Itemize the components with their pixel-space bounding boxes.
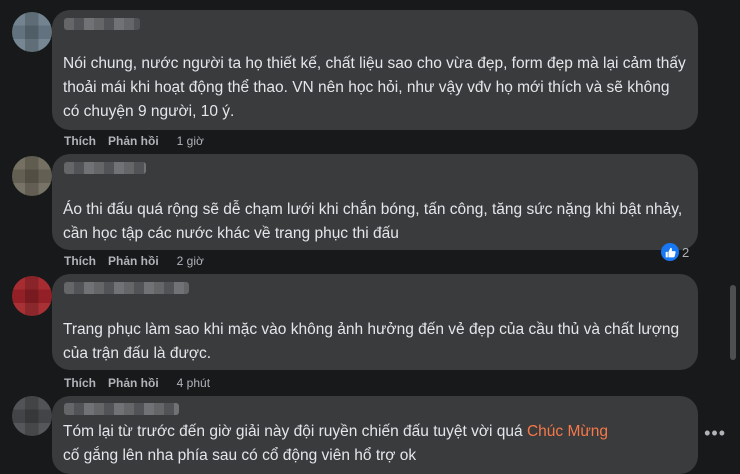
more-options-icon[interactable]: •••: [704, 423, 726, 444]
reply-button[interactable]: Phản hồi: [108, 376, 159, 390]
comment-text: Trang phục làm sao khi mặc vào không ảnh…: [63, 321, 680, 362]
comment-actions: Thích Phản hồi 4 phút: [64, 376, 210, 390]
reply-button[interactable]: Phản hồi: [108, 254, 159, 268]
comment-text: Tóm lại từ trước đến giờ giải này đội ru…: [63, 420, 686, 468]
comment-text-second-line: cố gắng lên nha phía sau có cổ động viên…: [63, 447, 417, 464]
comment-bubble: Nói chung, nước người ta họ thiết kế, ch…: [52, 10, 698, 130]
comment-actions: Thích Phản hồi 1 giờ: [64, 134, 204, 148]
reply-button[interactable]: Phản hồi: [108, 134, 159, 148]
author-name-blurred[interactable]: [64, 162, 146, 174]
avatar[interactable]: [12, 396, 52, 436]
author-name-blurred[interactable]: [64, 403, 179, 415]
avatar[interactable]: [12, 156, 52, 196]
comment-text: Áo thi đấu quá rộng sẽ dễ chạm lưới khi …: [63, 201, 683, 242]
comment-time[interactable]: 1 giờ: [177, 134, 204, 148]
thumbs-up-icon: [661, 243, 679, 261]
comment-time[interactable]: 4 phút: [177, 376, 210, 390]
reaction-count: 2: [682, 244, 690, 260]
like-button[interactable]: Thích: [64, 376, 96, 390]
reaction-summary[interactable]: 2: [661, 243, 689, 261]
comment-bubble: Áo thi đấu quá rộng sẽ dễ chạm lưới khi …: [52, 154, 698, 250]
comment-time[interactable]: 2 giờ: [177, 254, 204, 268]
comment-text-main: Tóm lại từ trước đến giờ giải này đội ru…: [63, 423, 527, 440]
scrollbar-thumb[interactable]: [730, 285, 736, 360]
like-button[interactable]: Thích: [64, 254, 96, 268]
comment-bubble: Trang phục làm sao khi mặc vào không ảnh…: [52, 274, 698, 370]
comment-bubble: Tóm lại từ trước đến giờ giải này đội ru…: [52, 396, 698, 474]
author-name-blurred[interactable]: [64, 18, 140, 30]
comment-actions: Thích Phản hồi 2 giờ: [64, 254, 204, 268]
avatar[interactable]: [12, 276, 52, 316]
comment-text-highlight: Chúc Mừng: [526, 423, 608, 440]
like-button[interactable]: Thích: [64, 134, 96, 148]
author-name-blurred[interactable]: [64, 282, 189, 294]
comment-text: Nói chung, nước người ta họ thiết kế, ch…: [63, 55, 686, 120]
avatar[interactable]: [12, 12, 52, 52]
